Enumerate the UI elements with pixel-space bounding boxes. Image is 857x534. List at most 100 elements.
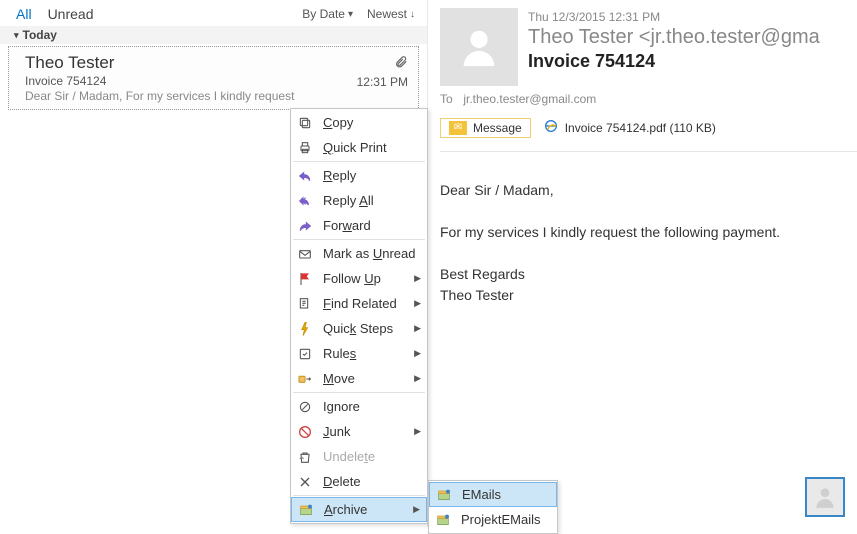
context-menu-item-label: Quick Print (323, 140, 421, 155)
undelete-icon (295, 448, 315, 466)
attachment-message[interactable]: ✉ Message (440, 118, 531, 138)
context-submenu-archive: EMails ProjektEMails (428, 480, 558, 534)
reading-body: Dear Sir / Madam, For my services I kind… (440, 180, 857, 306)
attachment-file-label: Invoice 754124.pdf (110 KB) (565, 121, 716, 135)
delete-icon (295, 473, 315, 491)
reading-subject: Invoice 754124 (528, 51, 857, 72)
quickprint-icon (295, 139, 315, 157)
attachment-bar: ✉ Message Invoice 754124.pdf (110 KB) (440, 116, 857, 139)
context-menu-item-label: Copy (323, 115, 421, 130)
context-menu-item-junk[interactable]: Junk ▶ (291, 419, 427, 444)
context-menu-separator (293, 495, 425, 496)
context-menu-item-mark-as-unread[interactable]: Mark as Unread (291, 241, 427, 266)
context-menu-item-archive[interactable]: Archive ▶ (291, 497, 427, 522)
context-menu-item-forward[interactable]: Forward (291, 213, 427, 238)
context-menu-item-label: Forward (323, 218, 421, 233)
reading-pane: Thu 12/3/2015 12:31 PM Theo Tester <jr.t… (428, 0, 857, 527)
context-menu: Copy Quick Print Reply Reply All Forward Mark… (290, 108, 428, 524)
context-menu-item-copy[interactable]: Copy (291, 110, 427, 135)
context-menu-item-label: Undelete (323, 449, 421, 464)
context-menu-item-reply[interactable]: Reply (291, 163, 427, 188)
sort-by-date[interactable]: By Date ▾ (302, 7, 353, 21)
context-menu-item-label: Follow Up (323, 271, 402, 286)
forward-icon (295, 217, 315, 235)
sender-avatar (440, 8, 518, 86)
body-line: Dear Sir / Madam, (440, 180, 847, 201)
arrow-down-icon: ↓ (410, 9, 415, 20)
context-menu-item-label: Move (323, 371, 402, 386)
context-menu-item-label: Ignore (323, 399, 421, 414)
envelope-icon: ✉ (449, 121, 467, 135)
context-menu-item-delete[interactable]: Delete (291, 469, 427, 494)
reading-header-text: Thu 12/3/2015 12:31 PM Theo Tester <jr.t… (528, 8, 857, 86)
context-menu-item-label: Archive (324, 502, 401, 517)
context-submenu-item-emails[interactable]: EMails (429, 482, 557, 507)
body-line: For my services I kindly request the fol… (440, 222, 847, 243)
reading-header: Thu 12/3/2015 12:31 PM Theo Tester <jr.t… (440, 8, 857, 86)
context-menu-item-label: Reply All (323, 193, 421, 208)
chevron-right-icon: ▶ (414, 323, 421, 334)
chevron-down-icon: ▾ (14, 30, 19, 41)
people-pane-avatar[interactable] (805, 477, 845, 517)
copy-icon (295, 114, 315, 132)
context-submenu-item-projektemails[interactable]: ProjektEMails (429, 507, 557, 532)
message-meta: 12:31 PM (357, 55, 408, 89)
filter-bar: All Unread By Date ▾ Newest ↓ (0, 0, 427, 26)
context-menu-item-label: Junk (323, 424, 402, 439)
context-menu-item-undelete: Undelete (291, 444, 427, 469)
junk-icon (295, 423, 315, 441)
markunread-icon (295, 245, 315, 263)
group-header-label: Today (23, 28, 57, 42)
context-menu-item-follow-up[interactable]: Follow Up ▶ (291, 266, 427, 291)
chevron-down-icon: ▾ (348, 9, 353, 20)
context-menu-item-label: Quick Steps (323, 321, 402, 336)
context-menu-item-rules[interactable]: Rules ▶ (291, 341, 427, 366)
context-submenu-item-label: ProjektEMails (461, 512, 551, 527)
context-menu-item-label: Find Related (323, 296, 402, 311)
chevron-right-icon: ▶ (414, 373, 421, 384)
message-list-item[interactable]: Theo Tester Invoice 754124 Dear Sir / Ma… (8, 46, 419, 110)
context-menu-item-label: Delete (323, 474, 421, 489)
filter-tabs: All Unread (16, 6, 302, 22)
ignore-icon (295, 398, 315, 416)
quicksteps-icon (295, 320, 315, 338)
context-menu-item-reply-all[interactable]: Reply All (291, 188, 427, 213)
chevron-right-icon: ▶ (413, 504, 420, 515)
context-menu-item-quick-steps[interactable]: Quick Steps ▶ (291, 316, 427, 341)
filter-tab-all[interactable]: All (16, 6, 32, 22)
message-preview: Dear Sir / Madam, For my services I kind… (25, 89, 408, 103)
sort-newest[interactable]: Newest ↓ (367, 7, 415, 21)
reading-date: Thu 12/3/2015 12:31 PM (528, 10, 857, 24)
context-menu-item-label: Reply (323, 168, 421, 183)
find-icon (295, 295, 315, 313)
context-menu-item-ignore[interactable]: Ignore (291, 394, 427, 419)
to-label: To (440, 92, 460, 106)
paperclip-icon (357, 55, 408, 72)
chevron-right-icon: ▶ (414, 273, 421, 284)
context-menu-separator (293, 392, 425, 393)
context-menu-item-find-related[interactable]: Find Related▶ (291, 291, 427, 316)
chevron-right-icon: ▶ (414, 426, 421, 437)
rules-icon (295, 345, 315, 363)
sort-newest-label: Newest (367, 7, 407, 21)
message-subject: Invoice 754124 (25, 74, 408, 88)
attachment-file[interactable]: Invoice 754124.pdf (110 KB) (537, 116, 722, 139)
separator (440, 151, 857, 152)
context-menu-item-label: Rules (323, 346, 402, 361)
context-menu-item-move[interactable]: Move ▶ (291, 366, 427, 391)
filter-tab-unread[interactable]: Unread (48, 6, 94, 22)
to-address: jr.theo.tester@gmail.com (463, 92, 596, 106)
move-icon (295, 370, 315, 388)
reply-icon (295, 167, 315, 185)
group-header-today[interactable]: ▾ Today (0, 26, 427, 44)
archive-icon (434, 486, 454, 504)
reading-from: Theo Tester <jr.theo.tester@gma (528, 26, 857, 49)
flag-icon (295, 270, 315, 288)
message-time: 12:31 PM (357, 75, 408, 89)
context-menu-item-quick-print[interactable]: Quick Print (291, 135, 427, 160)
context-submenu-item-label: EMails (462, 487, 550, 502)
chevron-right-icon: ▶ (414, 348, 421, 359)
context-menu-item-label: Mark as Unread (323, 246, 421, 261)
context-menu-separator (293, 161, 425, 162)
replyall-icon (295, 192, 315, 210)
